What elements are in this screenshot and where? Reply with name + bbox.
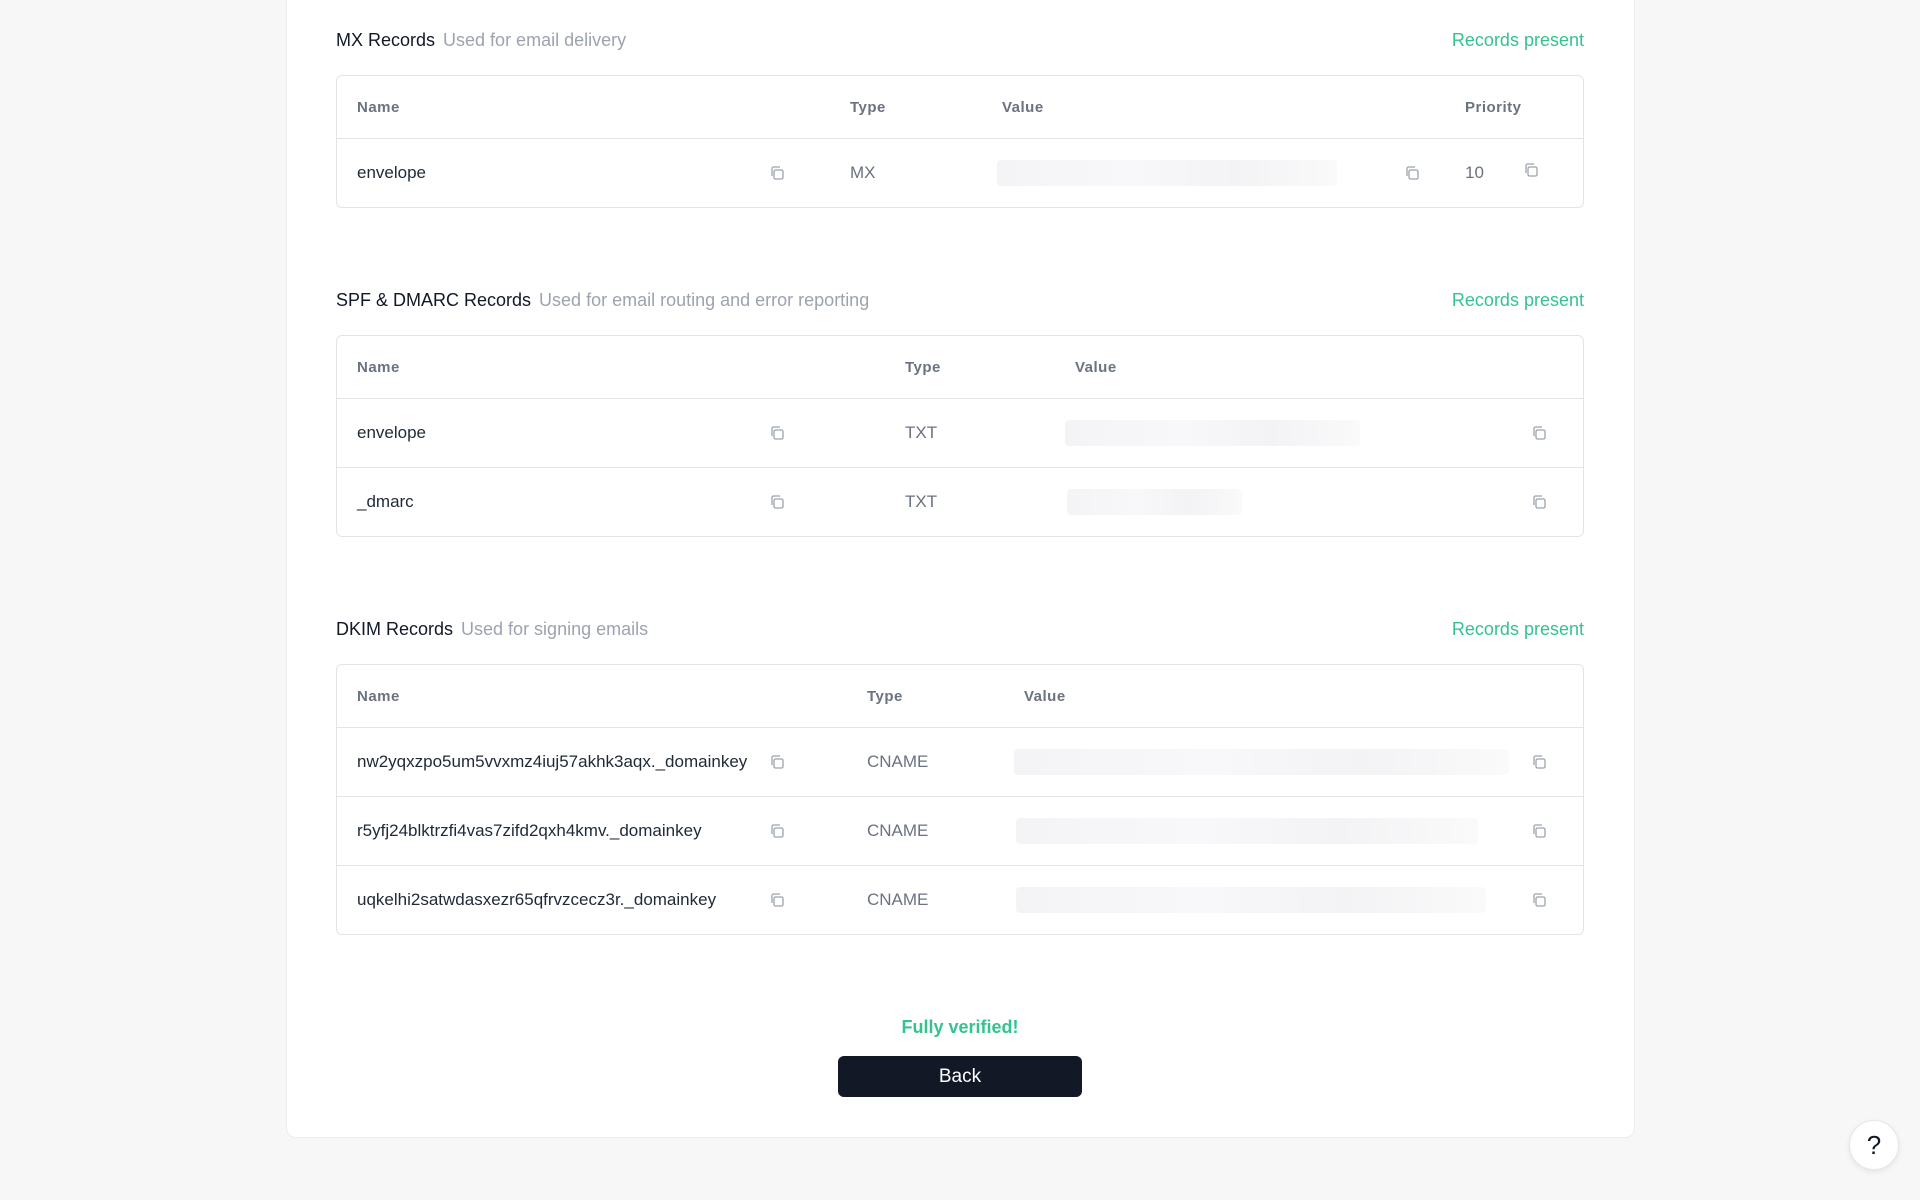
copy-icon[interactable] [769,754,784,769]
copy-icon[interactable] [1404,165,1419,180]
mx-records-header: MX Records Used for email delivery Record… [336,30,1584,60]
table-row: envelope TXT [337,398,1583,467]
section-subtitle: Used for email delivery [443,30,627,50]
column-header-type: Type [850,98,886,116]
section-title: SPF & DMARC Records [336,290,532,310]
table-row: r5yfj24blktrzfi4vas7zifd2qxh4kmv._domain… [337,796,1583,865]
redacted-value [1016,887,1486,913]
column-header-type: Type [867,687,903,705]
section-title: DKIM Records [336,619,454,639]
record-name: uqkelhi2satwdasxezr65qfrvzcecz3r._domain… [357,890,717,909]
record-name: r5yfj24blktrzfi4vas7zifd2qxh4kmv._domain… [357,821,702,840]
column-header-value: Value [1024,687,1066,705]
record-type: CNAME [867,821,929,840]
copy-icon[interactable] [1531,892,1546,907]
table-header-row: Name Type Value Priority [337,76,1583,138]
record-type: MX [850,163,876,182]
record-type: TXT [905,423,938,442]
section-title: MX Records [336,30,436,50]
column-header-value: Value [1075,358,1117,376]
help-button[interactable]: ? [1849,1120,1899,1170]
record-name: nw2yqxzpo5um5vvxmz4iuj57akhk3aqx._domain… [357,752,748,771]
record-type: TXT [905,492,938,511]
redacted-value [1014,749,1509,775]
copy-icon[interactable] [769,494,784,509]
redacted-value [1016,818,1478,844]
copy-icon[interactable] [769,165,784,180]
verification-status: Fully verified! [901,1017,1019,1037]
spf-dmarc-records-header: SPF & DMARC Records Used for email routin… [336,290,1584,320]
record-type: CNAME [867,752,929,771]
status-badge: Records present [1451,619,1584,639]
column-header-value: Value [1002,98,1044,116]
copy-icon[interactable] [1531,823,1546,838]
spf-dmarc-records-table: Name Type Value envelope TXT _dmarc TXT [336,335,1584,537]
column-header-priority: Priority [1465,98,1522,116]
table-row: nw2yqxzpo5um5vvxmz4iuj57akhk3aqx._domain… [337,727,1583,796]
column-header-name: Name [357,98,400,116]
column-header-type: Type [905,358,941,376]
status-badge: Records present [1451,30,1584,50]
record-priority: 10 [1465,163,1484,182]
dkim-records-section: DKIM Records Used for signing emails Reco… [336,619,1584,935]
table-header-row: Name Type Value [337,336,1583,398]
record-name: envelope [357,163,427,182]
table-row: uqkelhi2satwdasxezr65qfrvzcecz3r._domain… [337,865,1583,934]
copy-icon[interactable] [1531,425,1546,440]
table-row: _dmarc TXT [337,467,1583,536]
back-button[interactable]: Back [838,1056,1082,1097]
spf-dmarc-records-section: SPF & DMARC Records Used for email routin… [336,290,1584,537]
table-row: envelope MX 10 [337,138,1583,207]
status-badge: Records present [1451,290,1584,310]
redacted-value [1065,420,1360,446]
mx-records-table: Name Type Value Priority envelope MX 10 [336,75,1584,208]
mx-records-section: MX Records Used for email delivery Record… [336,30,1584,208]
copy-icon[interactable] [1531,494,1546,509]
section-subtitle: Used for email routing and error reporti… [539,290,870,310]
record-name: envelope [357,423,427,442]
redacted-value [997,160,1337,186]
copy-icon[interactable] [769,892,784,907]
column-header-name: Name [357,687,400,705]
redacted-value [1067,489,1242,515]
question-mark-icon: ? [1866,1129,1882,1160]
record-name: _dmarc [357,492,414,511]
dkim-records-header: DKIM Records Used for signing emails Reco… [336,619,1584,649]
dkim-records-table: Name Type Value nw2yqxzpo5um5vvxmz4iuj57… [336,664,1584,935]
copy-icon[interactable] [769,425,784,440]
table-header-row: Name Type Value [337,665,1583,727]
copy-icon[interactable] [1523,162,1538,177]
copy-icon[interactable] [769,823,784,838]
section-subtitle: Used for signing emails [461,619,649,639]
copy-icon[interactable] [1531,754,1546,769]
column-header-name: Name [357,358,400,376]
record-type: CNAME [867,890,929,909]
